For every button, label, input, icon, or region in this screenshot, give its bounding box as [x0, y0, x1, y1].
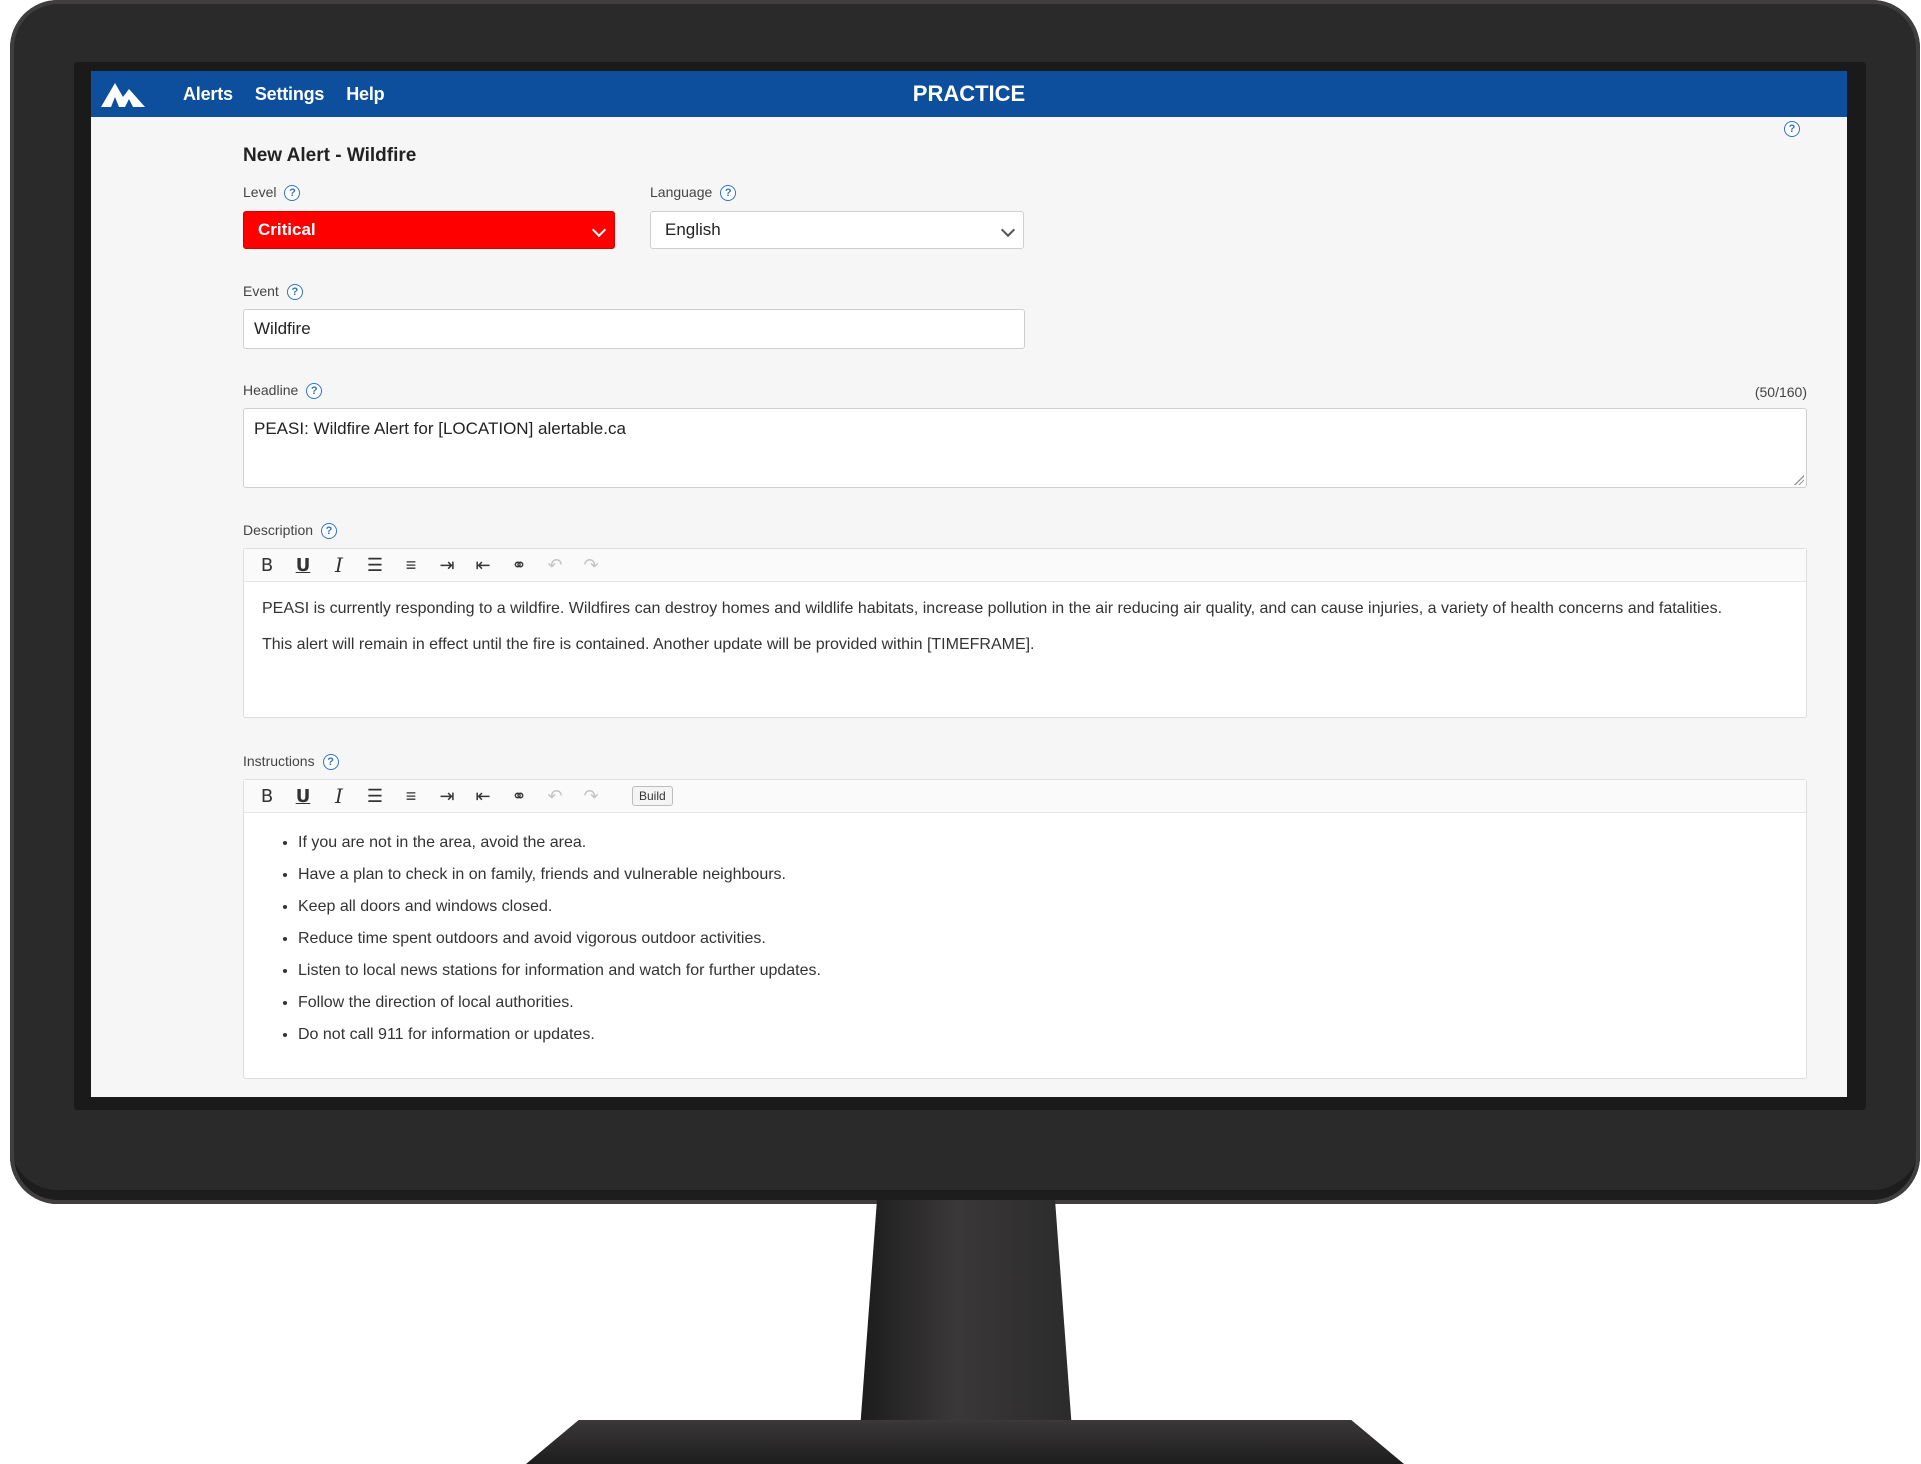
build-button[interactable]: Build: [632, 786, 673, 806]
description-content[interactable]: PEASI is currently responding to a wildf…: [244, 582, 1806, 682]
underline-button[interactable]: U: [290, 784, 316, 808]
chevron-down-icon: [1000, 222, 1016, 238]
event-help-icon[interactable]: ?: [286, 284, 303, 301]
redo-icon[interactable]: ↷: [578, 553, 604, 577]
description-paragraph: PEASI is currently responding to a wildf…: [262, 600, 1723, 617]
event-label: Event?: [243, 283, 303, 301]
menu-settings[interactable]: Settings: [255, 84, 325, 105]
indent-icon[interactable]: ⇥: [434, 553, 460, 577]
main-menu: Alerts Settings Help: [183, 71, 385, 117]
description-help-icon[interactable]: ?: [321, 523, 338, 540]
bullet-list-icon[interactable]: ☰: [362, 553, 388, 577]
page-title: New Alert - Wildfire: [243, 145, 417, 166]
undo-icon[interactable]: ↶: [542, 784, 568, 808]
chevron-down-icon: [591, 222, 607, 238]
italic-button[interactable]: I: [326, 784, 352, 808]
instructions-editor[interactable]: B U I ☰ ≡ ⇥ ⇤ ⚭ ↶ ↷ Build If you are not…: [243, 779, 1807, 1079]
italic-button[interactable]: I: [326, 553, 352, 577]
screen: PRACTICE Alerts Settings Help ? New Aler…: [91, 71, 1847, 1097]
list-item: Listen to local news stations for inform…: [298, 955, 1788, 987]
description-editor[interactable]: B U I ☰ ≡ ⇥ ⇤ ⚭ ↶ ↷ PEASI is currently r…: [243, 548, 1807, 718]
level-label: Level?: [243, 184, 301, 202]
list-item: Keep all doors and windows closed.: [298, 891, 1788, 923]
list-item: Follow the direction of local authoritie…: [298, 987, 1788, 1019]
list-item: Have a plan to check in on family, frien…: [298, 859, 1788, 891]
indent-icon[interactable]: ⇥: [434, 784, 460, 808]
unlink-icon[interactable]: ⚭: [506, 784, 532, 808]
instructions-help-icon[interactable]: ?: [322, 754, 339, 771]
numbered-list-icon[interactable]: ≡: [398, 553, 424, 577]
headline-label: Headline?: [243, 382, 323, 400]
monitor-neck: [860, 1200, 1072, 1430]
instructions-label: Instructions?: [243, 753, 339, 771]
level-select[interactable]: Critical: [243, 211, 615, 249]
monitor-base: [526, 1420, 1404, 1464]
redo-icon[interactable]: ↷: [578, 784, 604, 808]
headline-help-icon[interactable]: ?: [306, 383, 323, 400]
language-help-icon[interactable]: ?: [720, 185, 737, 202]
outdent-icon[interactable]: ⇤: [470, 784, 496, 808]
language-label: Language?: [650, 184, 737, 202]
resize-handle-icon[interactable]: [1794, 475, 1804, 485]
instructions-list: If you are not in the area, avoid the ar…: [262, 827, 1788, 1051]
outdent-icon[interactable]: ⇤: [470, 553, 496, 577]
event-input[interactable]: Wildfire: [243, 309, 1025, 349]
undo-icon[interactable]: ↶: [542, 553, 568, 577]
list-item: If you are not in the area, avoid the ar…: [298, 827, 1788, 859]
headline-textarea[interactable]: PEASI: Wildfire Alert for [LOCATION] ale…: [243, 408, 1807, 488]
bullet-list-icon[interactable]: ☰: [362, 784, 388, 808]
list-item: Reduce time spent outdoors and avoid vig…: [298, 923, 1788, 955]
description-toolbar: B U I ☰ ≡ ⇥ ⇤ ⚭ ↶ ↷: [244, 549, 1806, 582]
page-help-icon[interactable]: ?: [1784, 121, 1800, 137]
list-item: Do not call 911 for information or updat…: [298, 1019, 1788, 1051]
unlink-icon[interactable]: ⚭: [506, 553, 532, 577]
instructions-content[interactable]: If you are not in the area, avoid the ar…: [244, 813, 1806, 1065]
menu-help[interactable]: Help: [346, 84, 384, 105]
description-paragraph: This alert will remain in effect until t…: [262, 636, 1035, 653]
description-label: Description?: [243, 522, 338, 540]
menu-alerts[interactable]: Alerts: [183, 84, 233, 105]
language-select[interactable]: English: [650, 211, 1024, 249]
bold-button[interactable]: B: [254, 553, 280, 577]
headline-char-counter: (50/160): [1754, 384, 1807, 400]
level-help-icon[interactable]: ?: [284, 185, 301, 202]
top-nav-bar: PRACTICE Alerts Settings Help: [91, 71, 1847, 117]
bold-button[interactable]: B: [254, 784, 280, 808]
instructions-toolbar: B U I ☰ ≡ ⇥ ⇤ ⚭ ↶ ↷ Build: [244, 780, 1806, 813]
underline-button[interactable]: U: [290, 553, 316, 577]
numbered-list-icon[interactable]: ≡: [398, 784, 424, 808]
